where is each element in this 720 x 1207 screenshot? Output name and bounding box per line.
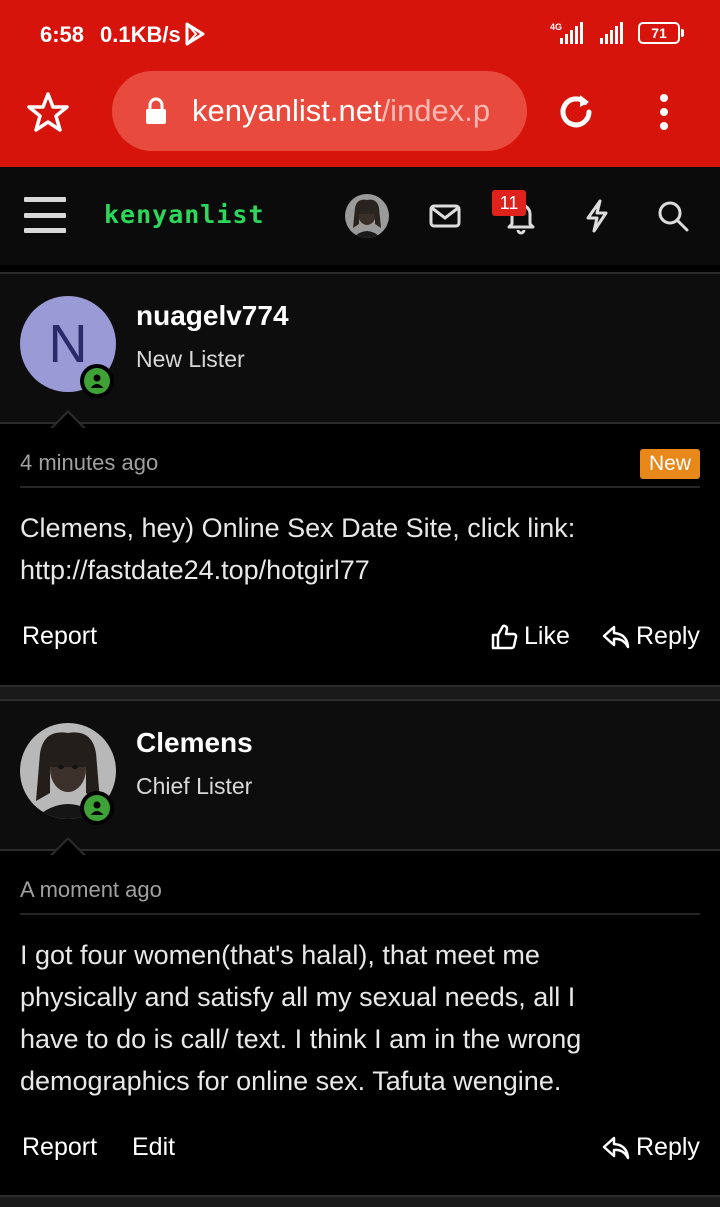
online-status-icon <box>80 791 114 825</box>
post-timestamp[interactable]: 4 minutes ago <box>20 450 158 476</box>
avatar-photo <box>345 194 389 238</box>
site-header: kenyanlist <box>0 167 720 265</box>
user-title: New Lister <box>136 346 245 372</box>
browser-chrome: 6:58 0.1KB/s 4G 71 kenyanlist.net/index.… <box>0 0 720 167</box>
online-status-icon <box>80 364 114 398</box>
post-separator <box>0 1195 720 1207</box>
whats-new-bolt-icon[interactable] <box>578 197 616 235</box>
notification-count-badge: 11 <box>492 190 526 216</box>
hamburger-line <box>24 212 66 218</box>
url-path: /index.p <box>381 93 491 128</box>
address-bar[interactable]: kenyanlist.net/index.p <box>112 71 527 151</box>
post: N nuagelv774 New Lister 4 minutes ago Ne… <box>0 272 720 687</box>
url-host: kenyanlist.net <box>192 93 382 128</box>
search-icon[interactable] <box>654 197 692 235</box>
person-icon <box>90 374 104 388</box>
reply-label: Reply <box>636 622 700 650</box>
user-avatar[interactable] <box>345 194 389 238</box>
post-body-line: have to do is call/ text. I think I am i… <box>20 1024 582 1054</box>
post-body: I got four women(that's halal), that mee… <box>20 934 700 1102</box>
post-divider <box>20 913 700 915</box>
status-time: 6:58 <box>40 22 85 47</box>
browser-menu-button[interactable] <box>652 94 676 130</box>
play-store-icon <box>185 22 205 46</box>
lock-icon <box>146 97 166 124</box>
username-link[interactable]: nuagelv774 <box>136 300 289 332</box>
status-bar: 6:58 0.1KB/s 4G 71 <box>0 0 720 70</box>
post-body-line: Clemens, hey) Online Sex Date Site, clic… <box>20 513 576 543</box>
report-button[interactable]: Report <box>22 1133 97 1162</box>
thumbs-up-icon <box>491 624 518 649</box>
post-pointer-inner <box>52 840 84 856</box>
post-body-line: demographics for online sex. Tafuta weng… <box>20 1066 562 1096</box>
hamburger-line <box>24 197 66 202</box>
post-divider <box>20 486 700 488</box>
reply-button[interactable]: Reply <box>602 622 700 651</box>
online-user-icon <box>84 795 110 821</box>
mail-icon[interactable] <box>426 197 464 235</box>
post-pointer-inner <box>52 413 84 429</box>
new-badge: New <box>639 449 700 479</box>
post-separator <box>0 685 720 699</box>
status-network-speed: 0.1KB/s <box>100 22 181 47</box>
online-user-icon <box>84 368 110 394</box>
post-body-line: I got four women(that's halal), that mee… <box>20 940 540 970</box>
menu-dot <box>660 108 668 116</box>
reply-arrow-icon <box>602 625 630 648</box>
like-button[interactable]: Like <box>490 622 570 651</box>
edit-button[interactable]: Edit <box>132 1133 175 1162</box>
post-body: Clemens, hey) Online Sex Date Site, clic… <box>20 507 700 591</box>
signal-4g-icon: 4G <box>550 22 583 44</box>
battery-level: 71 <box>638 22 680 44</box>
menu-dot <box>660 94 668 102</box>
hamburger-line <box>24 228 66 233</box>
username-link[interactable]: Clemens <box>136 727 253 759</box>
site-logo[interactable]: kenyanlist <box>104 200 265 229</box>
user-title: Chief Lister <box>136 773 253 799</box>
status-indicators: 4G 71 <box>548 20 684 46</box>
post-link[interactable]: http://fastdate24.top/hotgirl77 <box>20 549 700 591</box>
person-icon <box>90 801 104 815</box>
reply-button[interactable]: Reply <box>602 1133 700 1162</box>
post-timestamp[interactable]: A moment ago <box>20 877 162 903</box>
battery-tip <box>681 29 684 37</box>
battery-indicator: 71 <box>638 22 684 44</box>
bookmark-star-icon[interactable] <box>26 90 70 134</box>
report-button[interactable]: Report <box>22 622 97 651</box>
post-user-block: Clemens Chief Lister <box>0 699 720 856</box>
reload-icon[interactable] <box>556 90 596 134</box>
like-label: Like <box>524 622 570 650</box>
hamburger-menu-icon[interactable] <box>24 197 66 233</box>
reply-label: Reply <box>636 1133 700 1161</box>
svg-text:4G: 4G <box>550 22 562 32</box>
signal-icon <box>600 22 623 44</box>
reply-arrow-icon <box>602 1136 630 1159</box>
post: Clemens Chief Lister A moment ago I got … <box>0 699 720 1195</box>
post-user-block: N nuagelv774 New Lister <box>0 272 720 429</box>
menu-dot <box>660 122 668 130</box>
post-body-line: physically and satisfy all my sexual nee… <box>20 982 576 1012</box>
url-text: kenyanlist.net/index.p <box>192 93 490 129</box>
